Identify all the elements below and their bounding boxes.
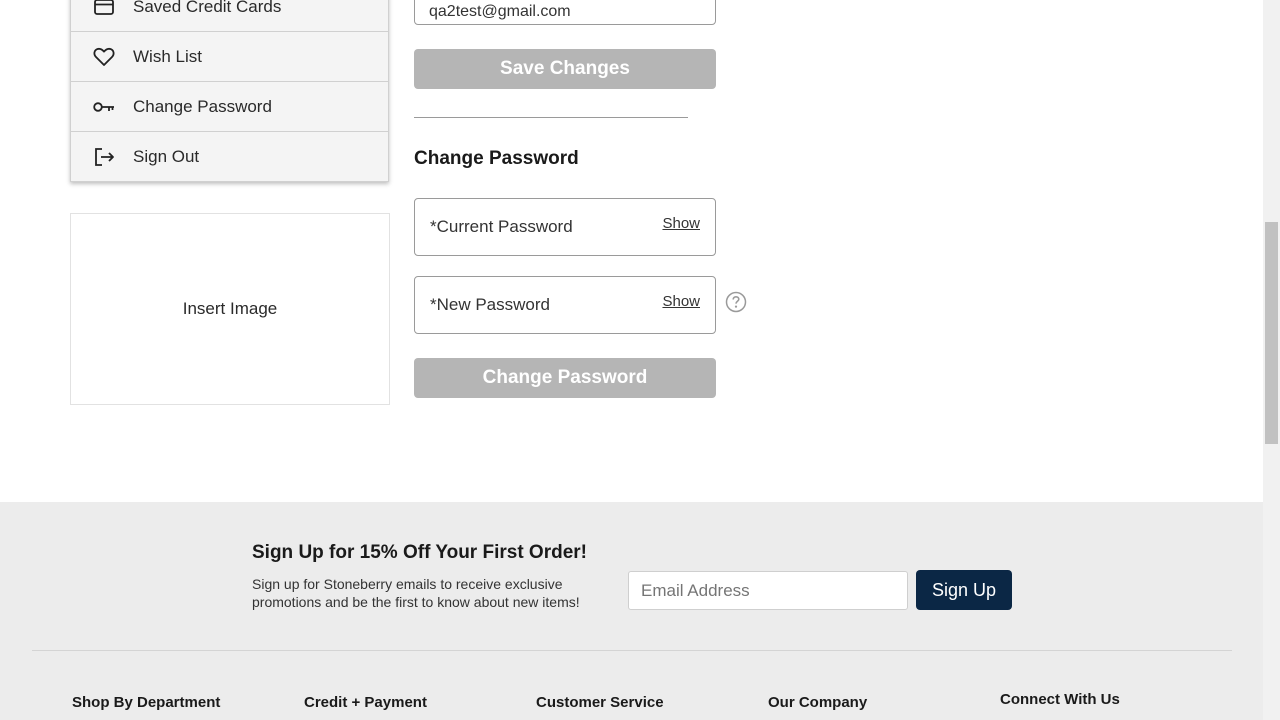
scrollbar-thumb[interactable] [1265,222,1278,444]
email-field-value: qa2test@gmail.com [429,3,571,20]
sidebar-item-sign-out[interactable]: Sign Out [70,132,389,182]
sidebar-item-change-password[interactable]: Change Password [70,82,389,132]
change-password-title: Change Password [414,148,579,169]
image-placeholder-label: Insert Image [182,299,278,318]
sidebar-item-label: Sign Out [133,146,200,166]
sign-up-button[interactable]: Sign Up [916,570,1012,610]
footer-heading-shop-by-department: Shop By Department [72,694,221,711]
show-new-password-link[interactable]: Show [662,293,700,310]
image-placeholder: Insert Image [70,213,390,405]
footer-heading-connect-with-us: Connect With Us [1000,691,1120,708]
footer-heading-customer-service: Customer Service [536,694,664,711]
sidebar-item-label: Wish List [133,46,202,66]
page-scrollbar[interactable] [1263,0,1280,720]
key-icon [93,96,115,118]
new-password-placeholder: *New Password [430,295,550,314]
change-password-button[interactable]: Change Password [414,358,716,398]
save-changes-button[interactable]: Save Changes [414,49,716,89]
footer-divider [32,650,1232,651]
footer-heading-our-company: Our Company [768,694,868,711]
sidebar-item-saved-credit-cards[interactable]: Saved Credit Cards [70,0,389,32]
newsletter-description: Sign up for Stoneberry emails to receive… [252,576,580,610]
newsletter-email-input[interactable] [628,571,908,610]
account-menu: Saved Credit Cards Wish List Change Pass… [70,0,389,182]
footer: Sign Up for 15% Off Your First Order! Si… [0,502,1263,720]
newsletter-title: Sign Up for 15% Off Your First Order! [252,542,587,563]
show-current-password-link[interactable]: Show [662,215,700,232]
email-field[interactable]: qa2test@gmail.com [414,0,716,25]
credit-card-icon [93,0,115,18]
current-password-field[interactable]: *Current Password Show [414,198,716,256]
sidebar-item-wish-list[interactable]: Wish List [70,32,389,82]
sign-out-icon [93,146,115,168]
heart-icon [93,46,115,68]
help-icon[interactable] [725,291,747,313]
footer-heading-credit-payment: Credit + Payment [304,694,427,711]
section-divider [414,117,688,118]
sidebar-item-label: Saved Credit Cards [133,0,282,16]
sidebar-item-label: Change Password [133,96,272,116]
new-password-field[interactable]: *New Password Show [414,276,716,334]
current-password-placeholder: *Current Password [430,217,573,236]
